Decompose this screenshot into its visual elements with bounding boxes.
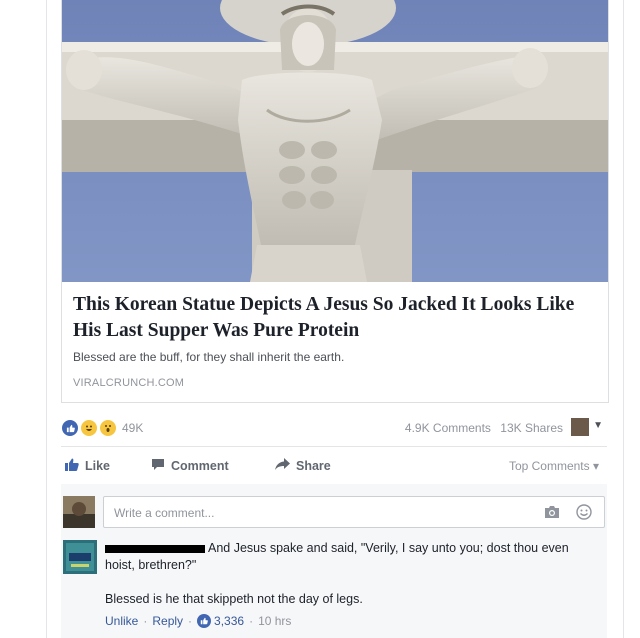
comment-followup-text: Blessed is he that skippeth not the day … (105, 592, 363, 606)
statue-image (62, 0, 608, 282)
like-button[interactable]: Like (65, 458, 110, 474)
facebook-post: This Korean Statue Depicts A Jesus So Ja… (46, 0, 624, 638)
comment-timestamp[interactable]: 10 hrs (258, 614, 291, 628)
unlike-link[interactable]: Unlike (105, 614, 138, 628)
thumbs-up-icon (65, 458, 79, 474)
camera-icon[interactable] (544, 505, 560, 518)
comment-composer[interactable] (103, 496, 605, 528)
comment-meta: Unlike · Reply · 3,336 · 10 hrs (105, 614, 292, 628)
article-image[interactable] (62, 0, 608, 282)
article-description: Blessed are the buff, for they shall inh… (73, 350, 345, 364)
share-icon (275, 458, 290, 473)
top-comments-dropdown[interactable]: Top Comments ▾ (509, 459, 599, 473)
reaction-count: 49K (122, 421, 144, 435)
article-domain: VIRALCRUNCH.COM (73, 377, 185, 389)
link-preview-card[interactable]: This Korean Statue Depicts A Jesus So Ja… (61, 0, 609, 403)
comment-button[interactable]: Comment (151, 458, 229, 474)
share-count[interactable]: 13K Shares (500, 421, 563, 435)
like-label: Like (85, 459, 111, 473)
avatar[interactable] (63, 496, 95, 528)
comment-label: Comment (171, 459, 229, 473)
post-stats: 4.9K Comments 13K Shares (399, 421, 563, 435)
redacted-commenter-name[interactable] (105, 544, 205, 553)
share-label: Share (296, 458, 331, 473)
emoji-icon[interactable] (576, 504, 592, 520)
comment-icon (151, 458, 165, 474)
reaction-summary[interactable]: 49K (61, 418, 143, 438)
action-bar: Like Comment Share Top Comments ▾ (61, 452, 607, 482)
comments-section: And Jesus spake and said, "Verily, I say… (61, 484, 607, 638)
wow-icon (99, 419, 117, 437)
comment-text: And Jesus spake and said, "Verily, I say… (105, 540, 597, 574)
reply-link[interactable]: Reply (152, 614, 183, 628)
comment-input[interactable] (112, 505, 516, 521)
haha-icon (80, 419, 98, 437)
caret-down-icon[interactable]: ▼ (593, 420, 603, 431)
like-icon (61, 419, 79, 437)
commenter-avatar[interactable] (63, 540, 97, 574)
comment-like-count[interactable]: 3,336 (214, 614, 244, 628)
article-title[interactable]: This Korean Statue Depicts A Jesus So Ja… (73, 292, 593, 344)
viewer-avatar[interactable] (571, 418, 589, 436)
like-icon (197, 614, 212, 628)
divider (61, 446, 607, 447)
share-button[interactable]: Share (275, 458, 331, 473)
comment-count[interactable]: 4.9K Comments (405, 421, 491, 435)
